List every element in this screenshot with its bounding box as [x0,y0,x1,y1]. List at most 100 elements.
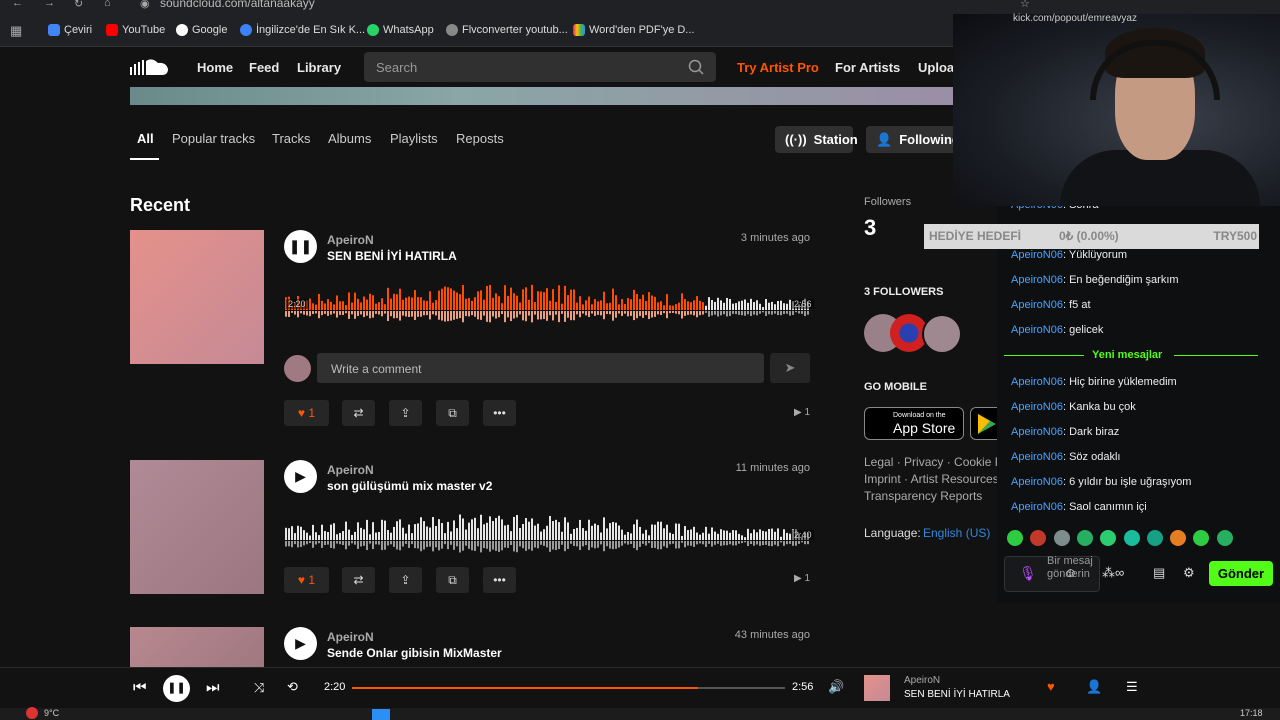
emote-icon[interactable] [1030,530,1047,546]
chat-username[interactable]: ApeiroN06 [1011,299,1063,311]
now-playing-artwork[interactable] [864,675,890,701]
chat-message-input[interactable]: 🎙 Bir mesaj gönderin [1004,555,1100,592]
nav-library[interactable]: Library [297,60,341,75]
bookmark-item[interactable]: Çeviri [48,24,92,36]
tab-playlists[interactable]: Playlists [390,131,438,146]
next-icon[interactable]: ⏭ [206,679,220,696]
emoji-icon[interactable]: ☺ [1064,565,1077,580]
station-button[interactable]: ((·)) Station [775,126,858,153]
repeat-icon[interactable]: ⟲ [287,679,298,695]
share-button[interactable]: ⇪ [389,400,422,426]
more-button[interactable]: ••• [483,400,516,426]
footer-legal-links[interactable]: Legal · Privacy · Cookie Po [864,455,1009,469]
chat-username[interactable]: ApeiroN06 [1011,249,1063,261]
try-artist-pro-link[interactable]: Try Artist Pro [737,60,819,75]
play-button[interactable]: ▶ [284,627,317,660]
track-artwork[interactable] [130,460,264,594]
bookmark-item[interactable]: Word'den PDF'ye D... [573,24,694,36]
track-title[interactable]: son gülüşümü mix master v2 [327,479,492,493]
previous-icon[interactable]: ⏮ [133,679,147,696]
pause-button[interactable]: ❚❚ [163,675,190,702]
like-button[interactable]: ♥ 1 [284,567,329,593]
settings-gear-icon[interactable]: ⚙ [1183,565,1195,581]
follow-user-icon[interactable]: 👤 [1086,679,1102,695]
track-artist[interactable]: ApeiroN [327,233,374,247]
track-title[interactable]: Sende Onlar gibisin MixMaster [327,646,502,660]
google-play-button[interactable] [970,407,1000,440]
track-artwork[interactable] [130,627,264,667]
share-button[interactable]: ⇪ [389,567,422,593]
queue-icon[interactable]: ☰ [1126,679,1138,695]
waveform[interactable] [285,508,811,558]
track-artwork[interactable] [130,230,264,364]
bookmark-item[interactable]: İngilizce'de En Sık K... [240,24,365,36]
track-artist[interactable]: ApeiroN [327,463,374,477]
followers-label[interactable]: Followers [864,196,911,208]
volume-icon[interactable]: 🔊 [828,679,844,695]
search-input[interactable]: Search [364,52,716,82]
reload-icon[interactable]: ↻ [74,0,83,10]
emote-icon[interactable] [1100,530,1117,546]
shuffle-icon[interactable]: ⤨ [254,680,264,696]
emote-icon[interactable] [1007,530,1023,546]
tab-all[interactable]: All [137,131,154,146]
address-bar[interactable]: soundcloud.com/altanaakayy [160,0,315,10]
tab-reposts[interactable]: Reposts [456,131,504,146]
emote-icon[interactable] [1193,530,1210,546]
copy-link-button[interactable]: ⧉ [436,567,469,593]
footer-transparency-link[interactable]: Transparency Reports [864,489,982,503]
waveform[interactable] [285,278,811,328]
player-progress-track[interactable] [352,687,785,689]
pause-button[interactable]: ❚❚ [284,230,317,263]
tab-albums[interactable]: Albums [328,131,371,146]
bookmark-item[interactable]: Flvconverter youtub... [446,24,568,36]
kick-points-icon[interactable]: ⁂∞ [1102,565,1124,581]
avatar[interactable] [922,314,962,354]
send-chat-button[interactable]: Gönder [1209,561,1273,586]
tab-tracks[interactable]: Tracks [272,131,311,146]
chat-username[interactable]: ApeiroN06 [1011,476,1063,488]
store-icon[interactable]: ▤ [1153,565,1165,581]
now-playing-artist[interactable]: ApeiroN [904,675,940,686]
like-button[interactable]: ♥ 1 [284,400,329,426]
emote-icon[interactable] [1053,530,1070,546]
copy-link-button[interactable]: ⧉ [436,400,469,426]
search-icon[interactable] [688,59,704,75]
followers-count[interactable]: 3 [864,215,876,241]
nav-home[interactable]: Home [197,60,233,75]
now-playing-title[interactable]: SEN BENİ İYİ HATIRLA [904,689,1010,700]
chat-username[interactable]: ApeiroN06 [1011,376,1063,388]
site-info-icon[interactable]: ◉ [140,0,150,10]
bookmark-item[interactable]: YouTube [106,24,165,36]
for-artists-link[interactable]: For Artists [835,60,900,75]
microphone-icon[interactable]: 🎙 [1019,565,1037,582]
track-artist[interactable]: ApeiroN [327,630,374,644]
chat-username[interactable]: ApeiroN06 [1011,324,1063,336]
nav-feed[interactable]: Feed [249,60,279,75]
chat-username[interactable]: ApeiroN06 [1011,451,1063,463]
chat-username[interactable]: ApeiroN06 [1011,501,1063,513]
play-button[interactable]: ▶ [284,460,317,493]
chat-username[interactable]: ApeiroN06 [1011,401,1063,413]
heart-icon[interactable]: ♥ [1047,679,1055,694]
repost-button[interactable]: ⇄ [342,567,375,593]
windows-start-icon[interactable] [372,709,390,720]
back-icon[interactable]: ← [12,0,23,9]
repost-button[interactable]: ⇄ [342,400,375,426]
bookmark-item[interactable]: WhatsApp [367,24,434,36]
emote-icon[interactable] [1076,530,1093,546]
chat-username[interactable]: ApeiroN06 [1011,274,1063,286]
home-icon[interactable]: ⌂ [104,0,111,9]
emote-icon[interactable] [1216,530,1233,546]
chat-username[interactable]: ApeiroN06 [1011,426,1063,438]
language-selector[interactable]: English (US) [923,526,990,540]
app-store-button[interactable]: Download on the App Store [864,407,964,440]
emote-icon[interactable] [1146,530,1163,546]
tab-popular-tracks[interactable]: Popular tracks [172,131,255,146]
following-button[interactable]: 👤 Following [866,126,961,153]
soundcloud-logo-icon[interactable] [130,57,172,77]
send-comment-icon[interactable]: ➤ [770,353,810,383]
more-button[interactable]: ••• [483,567,516,593]
comment-input[interactable]: Write a comment [317,353,764,383]
track-title[interactable]: SEN BENİ İYİ HATIRLA [327,249,457,263]
